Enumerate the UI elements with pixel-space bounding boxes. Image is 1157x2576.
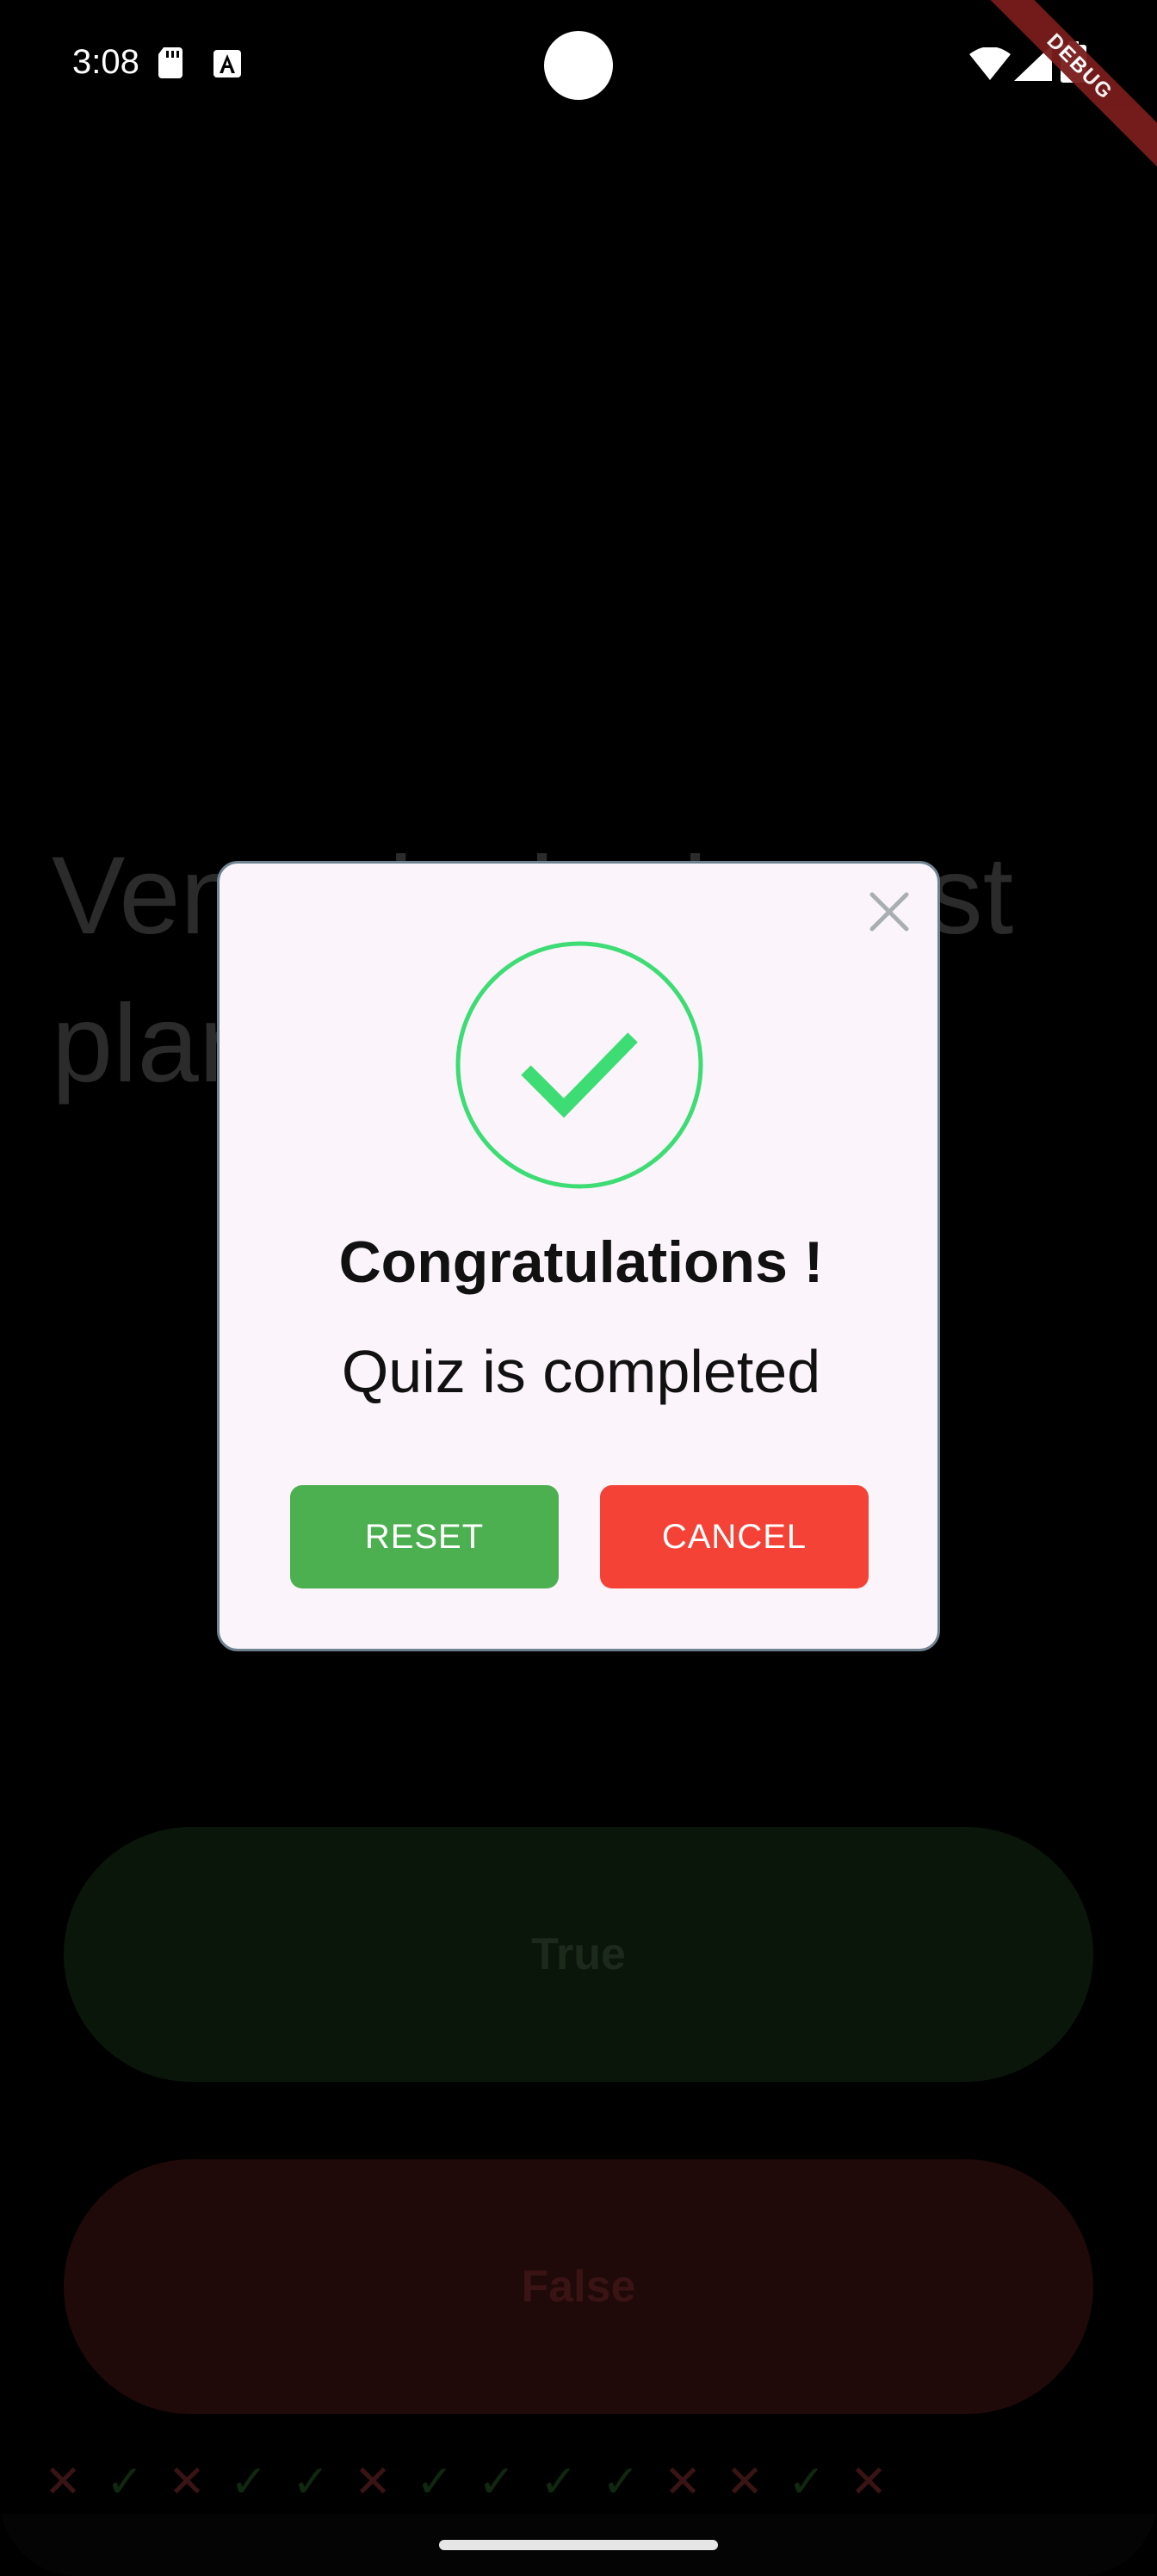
correct-mark-icon: ✓ [230,2456,268,2508]
wrong-mark-icon: ✕ [664,2456,702,2508]
wifi-icon [969,47,1011,80]
status-time: 3:08 [72,43,139,81]
a-text-icon [213,50,241,77]
app-screen: 3:08 DEBUG Venus is the hottest planet T… [0,0,1157,2576]
status-bar: 3:08 [0,0,1157,129]
reset-button[interactable]: RESET [290,1485,559,1588]
correct-mark-icon: ✓ [106,2456,144,2508]
true-button[interactable]: True [64,1827,1093,2082]
correct-mark-icon: ✓ [292,2456,330,2508]
correct-mark-icon: ✓ [540,2456,578,2508]
cancel-button[interactable]: CANCEL [600,1485,869,1588]
completion-dialog: Congratulations ! Quiz is completed RESE… [217,861,940,1651]
wrong-mark-icon: ✕ [726,2456,764,2508]
sd-card-icon [158,47,183,78]
false-button[interactable]: False [64,2159,1093,2414]
wrong-mark-icon: ✕ [44,2456,82,2508]
wrong-mark-icon: ✕ [168,2456,206,2508]
close-icon[interactable] [867,889,912,934]
check-circle-icon [455,941,703,1189]
wrong-mark-icon: ✕ [354,2456,392,2508]
wrong-mark-icon: ✕ [850,2456,888,2508]
correct-mark-icon: ✓ [788,2456,826,2508]
dialog-title: Congratulations ! [338,1229,824,1295]
home-indicator[interactable] [439,2540,718,2550]
dialog-message: Quiz is completed [341,1338,821,1405]
correct-mark-icon: ✓ [602,2456,640,2508]
score-keeper: ✕ ✓ ✕ ✓ ✓ ✕ ✓ ✓ ✓ ✓ ✕ ✕ ✓ ✕ [34,2456,897,2508]
correct-mark-icon: ✓ [416,2456,454,2508]
camera-cutout [544,31,613,100]
correct-mark-icon: ✓ [478,2456,516,2508]
